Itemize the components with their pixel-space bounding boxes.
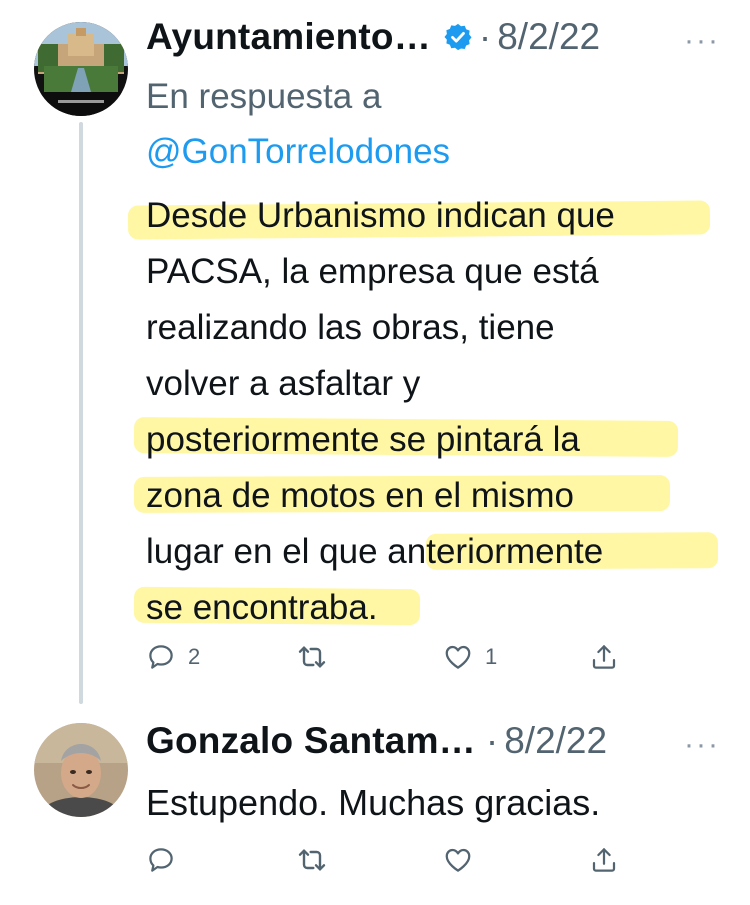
tweet-text-line: realizando las obras, tiene [146, 308, 555, 347]
thread-connector-line [79, 122, 83, 704]
more-options-icon[interactable]: ··· [684, 26, 720, 56]
like-button[interactable]: 1 [443, 637, 497, 677]
reply-context-label: En respuesta a [146, 77, 382, 116]
reply-count: 2 [188, 644, 201, 669]
retweet-button[interactable] [296, 637, 328, 677]
tweet-text-line: volver a asfaltar y [146, 364, 421, 403]
share-button[interactable] [589, 840, 619, 880]
author-name[interactable]: Gonzalo Santam… [146, 720, 476, 762]
share-button[interactable] [589, 637, 619, 677]
author-name[interactable]: Ayuntamiento… [146, 16, 431, 58]
verified-badge-icon [443, 22, 473, 52]
tweet-date[interactable]: 8/2/22 [504, 720, 607, 762]
retweet-button[interactable] [296, 840, 328, 880]
like-count: 1 [485, 644, 498, 669]
ayuntamiento-avatar[interactable] [34, 22, 128, 116]
share-icon [589, 845, 619, 875]
tweet1-header: Ayuntamiento… · 8/2/22 [146, 15, 600, 59]
tweet-text-line: lugar en el que anteriormente [146, 532, 604, 571]
reply-to-handle-link[interactable]: @GonTorrelodones [146, 131, 450, 173]
like-button[interactable] [443, 840, 473, 880]
reply-icon [146, 642, 176, 672]
gonzalo-avatar[interactable] [34, 723, 128, 817]
tweet-text-line: Estupendo. Muchas gracias. [146, 782, 601, 823]
share-icon [589, 642, 619, 672]
dot-separator: · [478, 16, 492, 57]
tweet1-action-bar: 2 1 [0, 637, 750, 677]
reply-button[interactable]: 2 [146, 637, 200, 677]
tweet2-header: Gonzalo Santam… · 8/2/22 [146, 719, 607, 763]
tweet-text-line: PACSA, la empresa que está [146, 252, 599, 291]
tweet-text-line: Desde Urbanismo indican que [146, 196, 615, 235]
more-options-icon[interactable]: ··· [684, 730, 720, 760]
tweet-date[interactable]: 8/2/22 [497, 16, 600, 58]
tweet2-action-bar [0, 840, 750, 880]
like-icon [443, 642, 473, 672]
dot-separator: · [485, 720, 499, 761]
reply-icon [146, 845, 176, 875]
retweet-icon [296, 844, 328, 876]
tweet-text-line: se encontraba. [146, 588, 378, 627]
twitter-thread: Ayuntamiento… · 8/2/22 ··· En respuesta … [0, 0, 750, 905]
reply-button[interactable] [146, 840, 176, 880]
retweet-icon [296, 641, 328, 673]
tweet-text-line: posteriormente se pintará la [146, 420, 580, 459]
tweet-text-line: zona de motos en el mismo [146, 476, 574, 515]
like-icon [443, 845, 473, 875]
